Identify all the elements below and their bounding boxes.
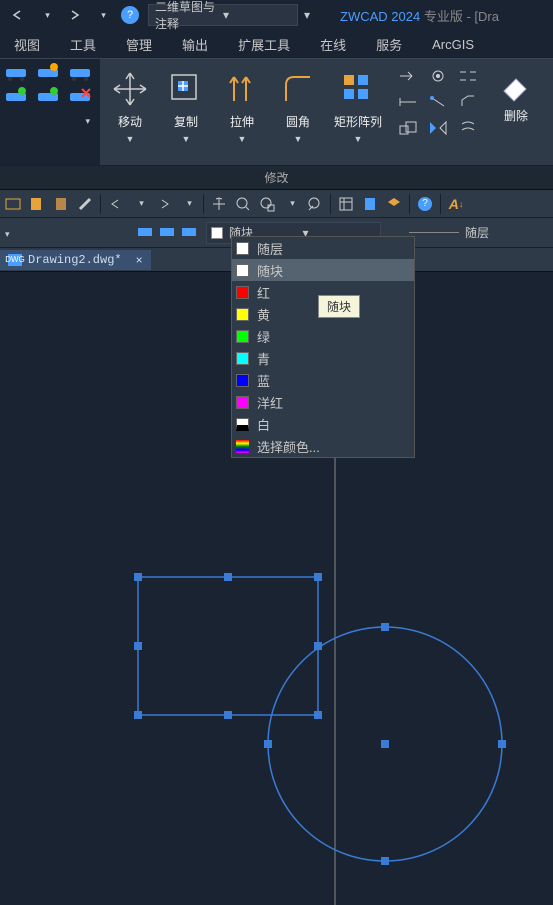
fillet-button[interactable]: 圆角 ▼ (272, 65, 324, 159)
chamfer-button[interactable] (454, 91, 482, 113)
chevron-down-icon: ▼ (126, 134, 135, 144)
extend-button[interactable] (394, 91, 422, 113)
menu-manage[interactable]: 管理 (126, 35, 152, 54)
redo-tb-dd[interactable] (177, 193, 199, 215)
app-title: ZWCAD 2024 专业版 - [Dra (340, 6, 499, 25)
menu-view[interactable]: 视图 (14, 35, 40, 54)
undo-button[interactable] (6, 3, 30, 27)
workspace-selector[interactable]: 二维草图与注释 ▾ (148, 4, 298, 26)
move-button[interactable]: 移动 ▼ (104, 65, 156, 159)
redo-tb[interactable] (153, 193, 175, 215)
chevron-down-icon: ▼ (294, 134, 303, 144)
split-button[interactable] (424, 65, 452, 87)
ribbon: 移动 ▼ 复制 ▼ 拉伸 ▼ 圆角 ▼ 矩形阵列 ▼ (0, 58, 553, 166)
zoom-dd[interactable] (280, 193, 302, 215)
break-button[interactable] (454, 65, 482, 87)
array-button[interactable]: 矩形阵列 ▼ (328, 65, 388, 159)
car-alt-icon[interactable] (68, 63, 94, 83)
dwg-icon: DWG (8, 254, 22, 266)
chevron-down-icon[interactable]: ▾ (304, 8, 310, 22)
titlebar: ? 二维草图与注释 ▾ ▾ ZWCAD 2024 专业版 - [Dra (0, 0, 553, 30)
erase-button[interactable]: 删除 (490, 59, 542, 153)
zoom-realtime[interactable] (232, 193, 254, 215)
menu-extension[interactable]: 扩展工具 (238, 35, 290, 54)
color-option-bylayer[interactable]: 随层 (232, 237, 414, 259)
pan-button[interactable] (208, 193, 230, 215)
trim-button[interactable] (394, 65, 422, 87)
redo-button[interactable] (62, 3, 86, 27)
chevron-down-icon: ▼ (182, 134, 191, 144)
mirror-button[interactable] (424, 117, 452, 139)
tool-a[interactable] (2, 193, 24, 215)
car-gear-icon[interactable] (36, 63, 62, 83)
color-option-cyan[interactable]: 青 (232, 347, 414, 369)
car-refresh-icon[interactable] (36, 87, 62, 107)
standard-toolbar: ? A↓ (0, 190, 553, 218)
tool-brush[interactable] (74, 193, 96, 215)
color-option-more[interactable]: 选择颜色... (232, 435, 414, 457)
help-button[interactable]: ? (118, 3, 142, 27)
undo-tb[interactable] (105, 193, 127, 215)
color-option-blue[interactable]: 蓝 (232, 369, 414, 391)
car-green-icon[interactable] (4, 87, 30, 107)
properties-button[interactable] (335, 193, 357, 215)
ribbon-section-label: 修改 (0, 166, 553, 190)
copy-icon (166, 69, 206, 109)
help-icon: ? (121, 6, 139, 24)
color-option-green[interactable]: 绿 (232, 325, 414, 347)
join-button[interactable] (424, 91, 452, 113)
help-tb[interactable]: ? (414, 193, 436, 215)
undo-dropdown[interactable] (34, 3, 58, 27)
chevron-down-icon: ▾ (223, 8, 291, 22)
menu-service[interactable]: 服务 (376, 35, 402, 54)
layer-state-dd[interactable] (2, 226, 132, 240)
array-icon (338, 69, 378, 109)
zoom-window[interactable] (256, 193, 278, 215)
color-option-white[interactable]: 白 (232, 413, 414, 435)
menu-online[interactable]: 在线 (320, 35, 346, 54)
vehicle-panel-dropdown[interactable] (4, 111, 96, 131)
color-option-byblock[interactable]: 随块 (232, 259, 414, 281)
car-icon[interactable] (4, 63, 30, 83)
color-dropdown-menu: 随层 随块 红 黄 绿 青 蓝 洋红 白 选择颜色... (231, 236, 415, 458)
print-btn-1[interactable] (136, 223, 154, 242)
menubar: 视图 工具 管理 输出 扩展工具 在线 服务 ArcGIS (0, 30, 553, 58)
fillet-icon (278, 69, 318, 109)
redo-dropdown[interactable] (90, 3, 114, 27)
tooltip: 随块 (318, 295, 360, 318)
menu-tools[interactable]: 工具 (70, 35, 96, 54)
linetype-indicator[interactable]: 随层 (409, 224, 489, 241)
move-icon (110, 69, 150, 109)
stretch-button[interactable]: 拉伸 ▼ (216, 65, 268, 159)
ribbon-vehicle-panel (0, 59, 100, 165)
stretch-icon (222, 69, 262, 109)
print-btn-3[interactable] (180, 223, 198, 242)
chevron-down-icon: ▼ (354, 134, 363, 144)
print-btn-2[interactable] (158, 223, 176, 242)
color-option-magenta[interactable]: 洋红 (232, 391, 414, 413)
color-swatch-icon (211, 227, 223, 239)
car-x-icon[interactable] (68, 87, 94, 107)
offset-button[interactable] (454, 117, 482, 139)
drawing-tab[interactable]: DWG Drawing2.dwg* × (0, 250, 151, 270)
calc-button[interactable] (359, 193, 381, 215)
ribbon-small-tools (392, 59, 484, 165)
tool-paste[interactable] (50, 193, 72, 215)
menu-output[interactable]: 输出 (182, 35, 208, 54)
ribbon-modify-tools: 移动 ▼ 复制 ▼ 拉伸 ▼ 圆角 ▼ 矩形阵列 ▼ (100, 59, 392, 165)
tab-close-button[interactable]: × (136, 253, 143, 267)
undo-tb-dd[interactable] (129, 193, 151, 215)
eraser-icon (496, 63, 536, 103)
menu-arcgis[interactable]: ArcGIS (432, 37, 474, 52)
chevron-down-icon: ▼ (238, 134, 247, 144)
scale-button[interactable] (394, 117, 422, 139)
copy-button[interactable]: 复制 ▼ (160, 65, 212, 159)
zoom-prev[interactable] (304, 193, 326, 215)
tool-b[interactable] (26, 193, 48, 215)
text-tool[interactable]: A↓ (445, 193, 467, 215)
layer-manage-button[interactable] (383, 193, 405, 215)
workspace-label: 二维草图与注释 (155, 0, 223, 32)
